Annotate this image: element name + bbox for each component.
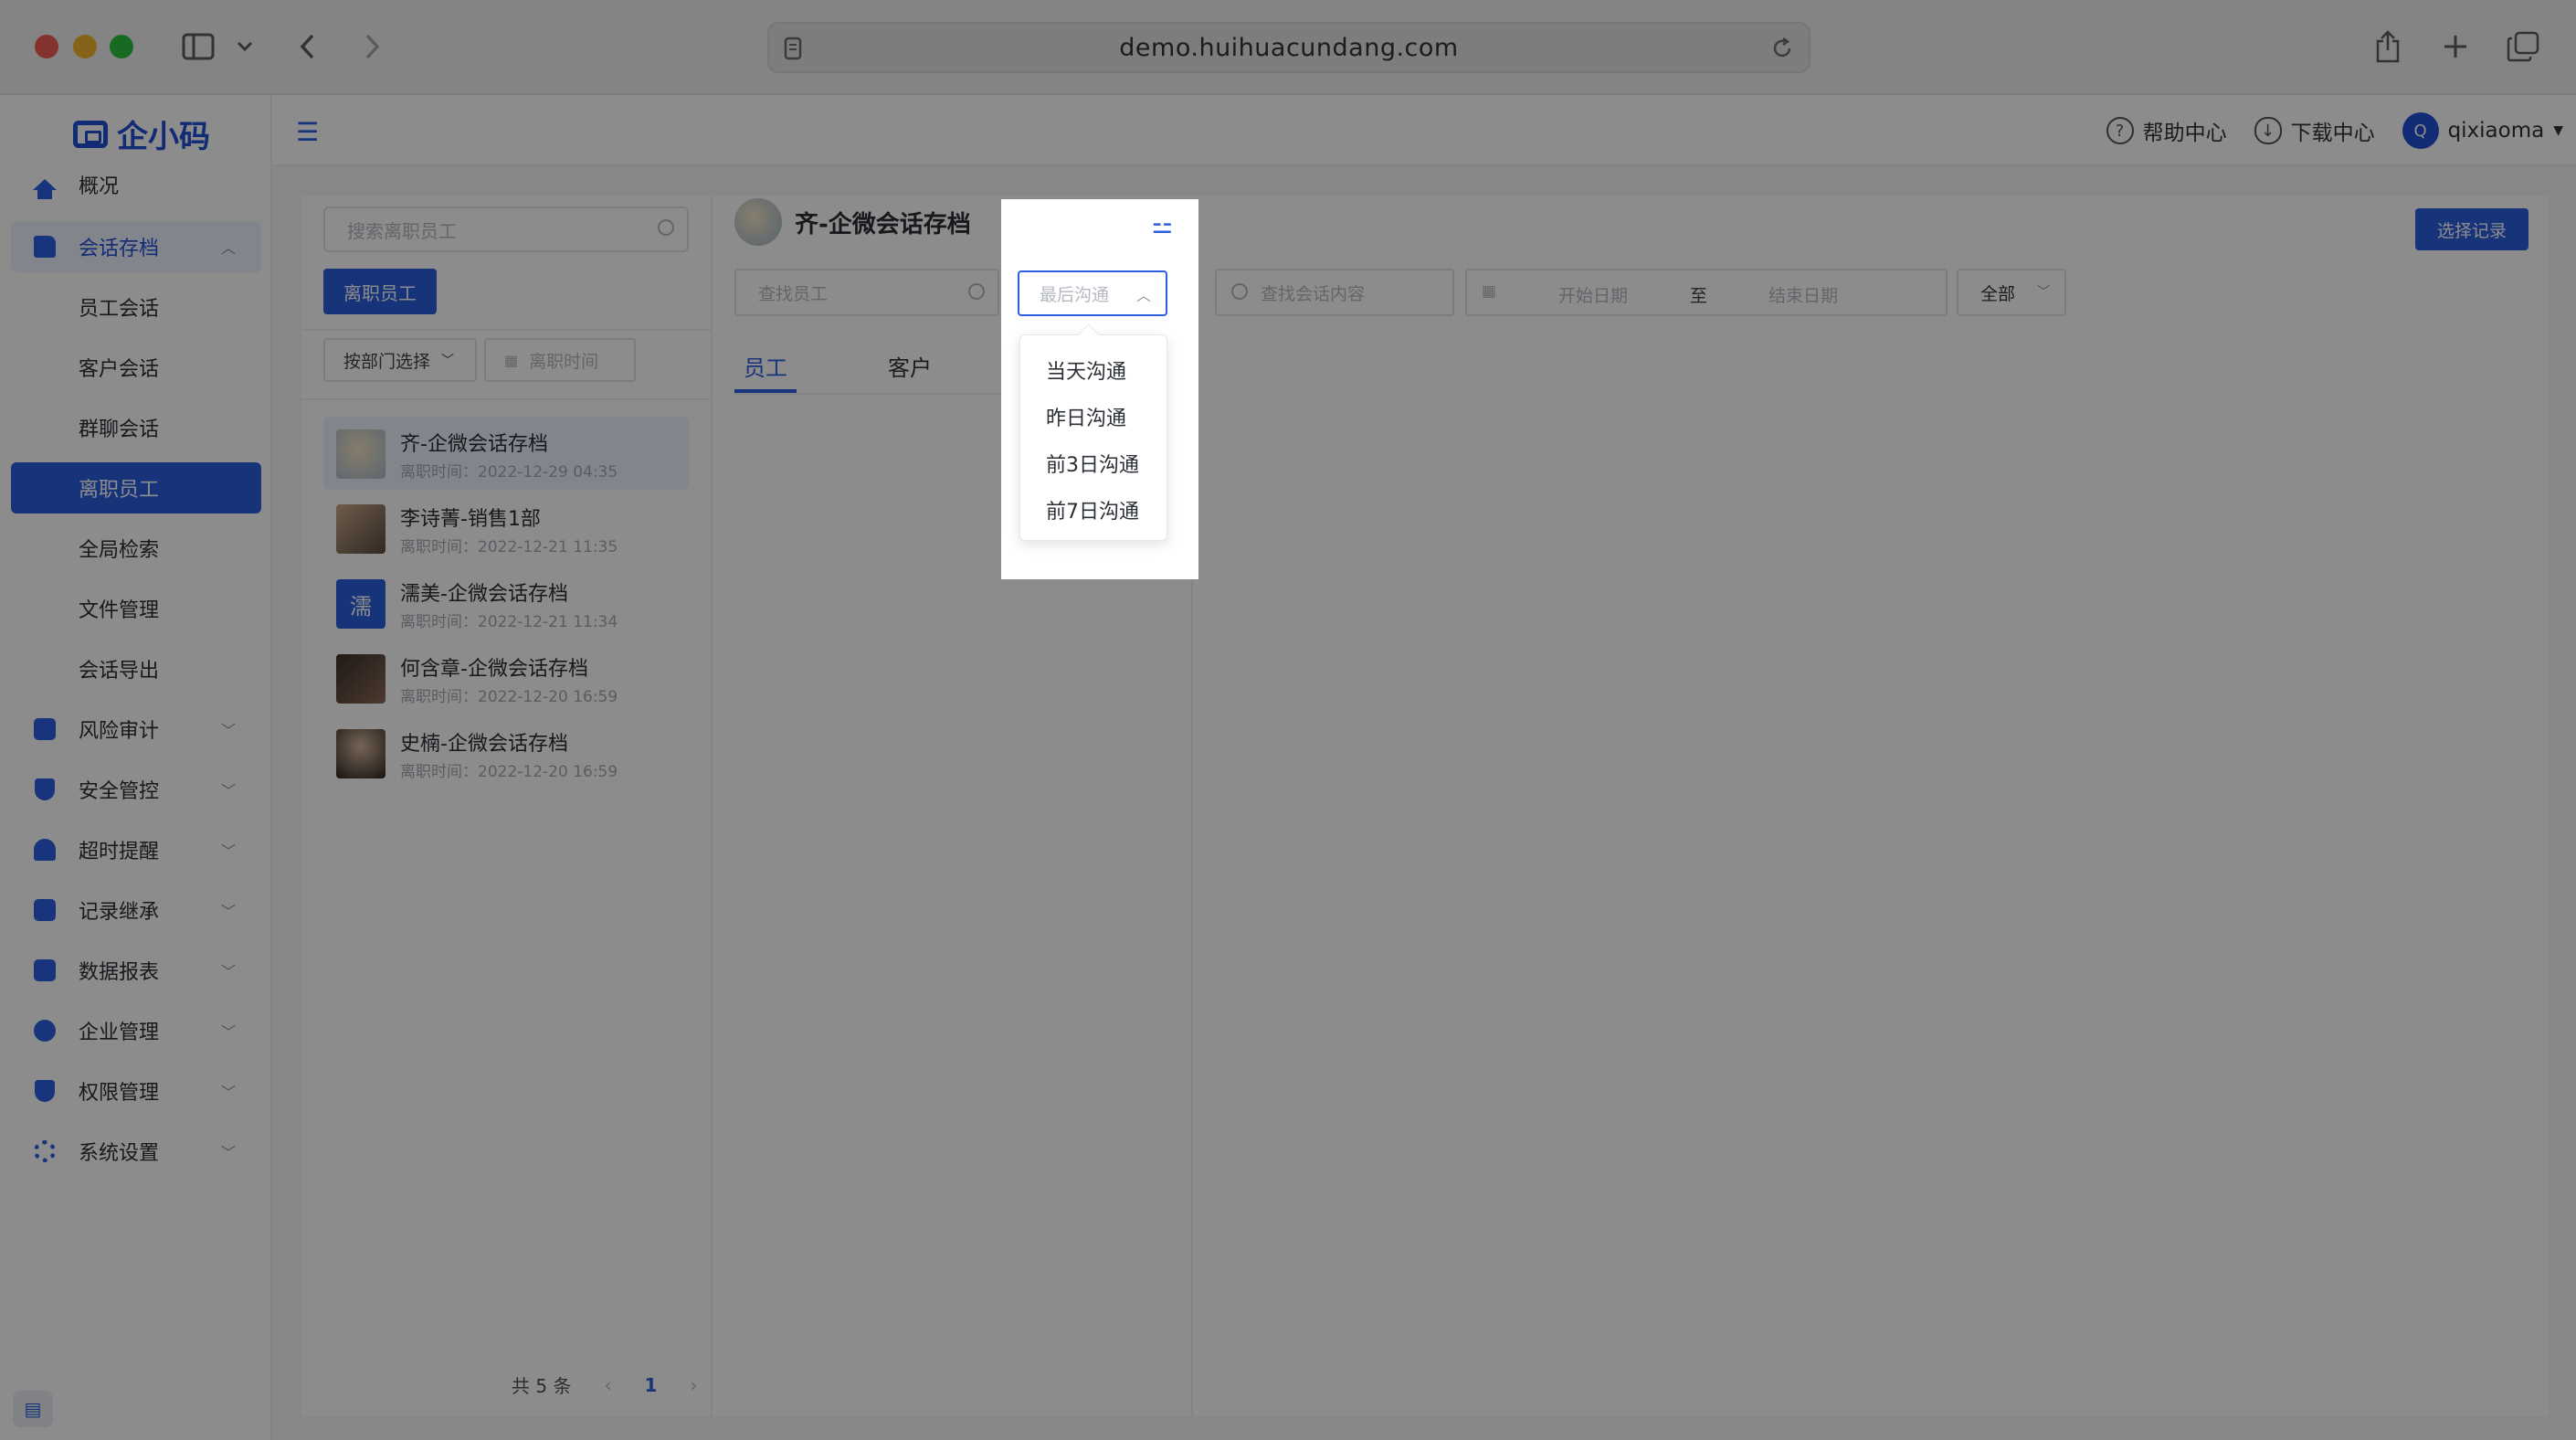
dropdown-option-7days[interactable]: 前7日沟通	[1020, 486, 1167, 533]
last-contact-placeholder: 最后沟通	[1040, 284, 1110, 305]
dropdown-option-3days[interactable]: 前3日沟通	[1020, 439, 1167, 486]
modal-overlay[interactable]	[0, 0, 2576, 1440]
sort-icon[interactable]: ⚍	[1152, 212, 1173, 239]
guide-spotlight: ⚍ 最后沟通 ︿ 当天沟通 昨日沟通 前3日沟通 前7日沟通	[1001, 199, 1198, 579]
dropdown-option-today[interactable]: 当天沟通	[1020, 346, 1167, 393]
last-contact-dropdown: 当天沟通 昨日沟通 前3日沟通 前7日沟通	[1019, 334, 1167, 541]
chevron-up-icon: ︿	[1135, 287, 1151, 304]
dropdown-option-yesterday[interactable]: 昨日沟通	[1020, 393, 1167, 439]
last-contact-select[interactable]: 最后沟通 ︿	[1018, 270, 1167, 316]
